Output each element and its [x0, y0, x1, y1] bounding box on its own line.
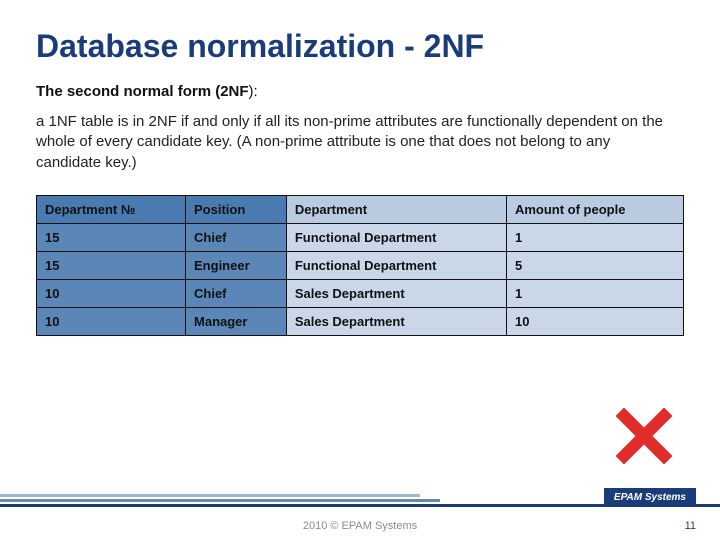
cell: 10	[37, 279, 186, 307]
cell: Engineer	[186, 251, 287, 279]
table-row: 15 Chief Functional Department 1	[37, 223, 684, 251]
cell: Sales Department	[286, 307, 506, 335]
subtitle: The second normal form (2NF):	[36, 83, 684, 100]
cell: Manager	[186, 307, 287, 335]
cross-icon	[616, 408, 672, 469]
cell: Chief	[186, 223, 287, 251]
cell: 5	[506, 251, 683, 279]
cell: 15	[37, 251, 186, 279]
page-number: 11	[685, 520, 696, 532]
cell: Functional Department	[286, 223, 506, 251]
cell: 1	[506, 223, 683, 251]
table-row: 10 Chief Sales Department 1	[37, 279, 684, 307]
table-header-row: Department № Position Department Amount …	[37, 195, 684, 223]
cell: 10	[37, 307, 186, 335]
table-row: 15 Engineer Functional Department 5	[37, 251, 684, 279]
th-amount-of-people: Amount of people	[506, 195, 683, 223]
th-department-no: Department №	[37, 195, 186, 223]
subtitle-prefix: The second normal form (	[36, 83, 220, 100]
slide-footer: EPAM Systems 2010 © EPAM Systems 11	[0, 488, 720, 540]
epam-badge: EPAM Systems	[604, 488, 696, 507]
subtitle-suffix: ):	[249, 83, 258, 100]
cell: 15	[37, 223, 186, 251]
table-row: 10 Manager Sales Department 10	[37, 307, 684, 335]
th-department: Department	[286, 195, 506, 223]
subtitle-bold: 2NF	[220, 83, 248, 100]
cell: 1	[506, 279, 683, 307]
cell: Sales Department	[286, 279, 506, 307]
copyright-text: 2010 © EPAM Systems	[0, 520, 720, 532]
cell: Functional Department	[286, 251, 506, 279]
cell: Chief	[186, 279, 287, 307]
cell: 10	[506, 307, 683, 335]
page-title: Database normalization - 2NF	[36, 28, 684, 65]
th-position: Position	[186, 195, 287, 223]
body-text: a 1NF table is in 2NF if and only if all…	[36, 112, 676, 173]
example-table: Department № Position Department Amount …	[36, 195, 684, 336]
